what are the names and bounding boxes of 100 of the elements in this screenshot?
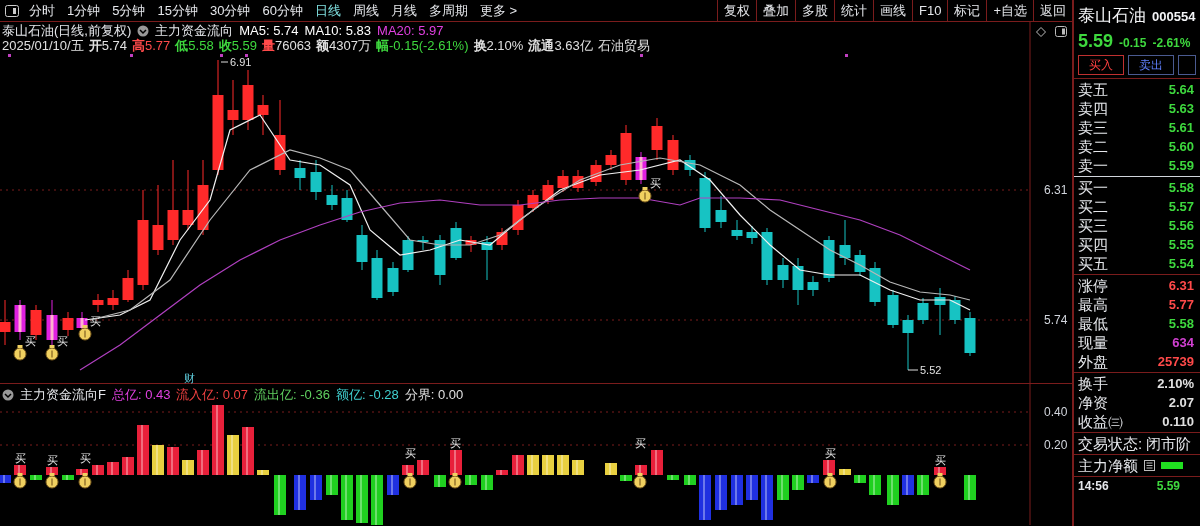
- tick-time: 14:56: [1078, 478, 1109, 495]
- price-change: -0.15: [1119, 35, 1147, 52]
- field-label: 卖四: [1078, 99, 1108, 118]
- flow-bar: [527, 455, 539, 475]
- toolbar-button[interactable]: 统计: [834, 0, 873, 21]
- flow-bar: [746, 475, 758, 500]
- candle: [699, 171, 711, 233]
- flow-bar: [434, 475, 446, 487]
- dropdown-icon[interactable]: [2, 388, 14, 401]
- money-bag-icon: [633, 473, 647, 489]
- ma-value: MA10: 5.83: [304, 23, 372, 38]
- toolbar-button[interactable]: F10: [912, 0, 948, 21]
- field-value: 5.57: [1168, 197, 1194, 216]
- candle: [605, 149, 617, 171]
- candle: [761, 227, 773, 286]
- indicator-name: 主力资金流向: [155, 23, 234, 38]
- diamond-icon[interactable]: [1036, 27, 1046, 37]
- toolbar-button[interactable]: 标记: [947, 0, 987, 21]
- quote-field: 收5.59: [218, 38, 257, 53]
- period-tab[interactable]: 多周期: [422, 0, 474, 21]
- indicator-name: 主力资金流向F: [20, 387, 106, 402]
- toolbar-button[interactable]: 返回: [1033, 0, 1072, 21]
- flow-bar: [512, 455, 524, 475]
- buy-signal-label: 买: [405, 447, 416, 459]
- money-bag-icon: [448, 473, 462, 489]
- dropdown-icon[interactable]: [137, 24, 150, 37]
- quote-field: 流通3.63亿: [528, 38, 593, 53]
- leader-line: [220, 61, 229, 63]
- period-tab[interactable]: 周线: [346, 0, 385, 21]
- field-value: 5.61: [1168, 118, 1194, 137]
- period-tab[interactable]: 60分钟: [256, 0, 309, 21]
- period-tab[interactable]: 分时: [23, 0, 61, 21]
- candle: [326, 184, 338, 211]
- candle: [356, 224, 368, 271]
- period-tab[interactable]: 15分钟: [151, 0, 204, 21]
- flow-bar: [387, 475, 399, 495]
- buy-button[interactable]: 买入: [1078, 55, 1125, 75]
- more-button[interactable]: 更多 >: [473, 0, 524, 21]
- flow-bar: [46, 467, 58, 475]
- axis-label: 0.20: [1044, 438, 1068, 452]
- candle: [481, 235, 493, 281]
- quote-field: 额4307万: [316, 38, 371, 53]
- indicator-value: 总亿: 0.43: [111, 387, 171, 402]
- field-value: 5.60: [1168, 137, 1194, 156]
- period-tab[interactable]: 30分钟: [203, 0, 257, 21]
- candle: [496, 227, 508, 251]
- candle: [731, 219, 743, 241]
- candle: [371, 249, 383, 301]
- field-value: 634: [1172, 333, 1194, 352]
- sell-button[interactable]: 卖出: [1128, 55, 1175, 75]
- field-label: 买一: [1078, 178, 1108, 197]
- stock-code: 000554: [1152, 8, 1196, 26]
- flow-bar: [777, 475, 789, 500]
- buy-signal-label: 买: [15, 452, 26, 464]
- candle: [887, 289, 899, 329]
- period-tab[interactable]: 日线: [308, 0, 347, 21]
- buy-signal-label: 买: [25, 335, 36, 347]
- flow-bar: [731, 475, 743, 505]
- candle: [667, 134, 679, 176]
- panel-toggle-icon[interactable]: [5, 4, 19, 17]
- toolbar-button[interactable]: 多股: [795, 0, 834, 21]
- partial-button[interactable]: [1178, 55, 1196, 75]
- ma-value: MA5: 5.74: [239, 23, 299, 38]
- candle: [14, 299, 26, 341]
- toolbar-button[interactable]: 画线: [873, 0, 912, 21]
- period-tab[interactable]: 1分钟: [61, 0, 107, 21]
- toolbar-button[interactable]: +自选: [986, 0, 1033, 21]
- field-value: 2.07: [1168, 393, 1194, 412]
- flow-bar: [715, 475, 727, 510]
- candle: [715, 195, 727, 229]
- flow-bar: [62, 475, 74, 480]
- field-value: 5.56: [1168, 216, 1194, 235]
- field-label: 买五: [1078, 254, 1108, 273]
- toolbar-button[interactable]: 叠加: [756, 0, 795, 21]
- flow-bar: [182, 460, 194, 475]
- field-label: 涨停: [1078, 276, 1108, 295]
- flow-bar: [212, 405, 224, 475]
- buy-signal-label: 买: [635, 437, 646, 449]
- last-price: 5.59: [1078, 30, 1114, 52]
- flow-bar: [402, 465, 414, 475]
- candle: [746, 225, 758, 245]
- period-tab[interactable]: 月线: [384, 0, 423, 21]
- chart-title: 泰山石油(日线,前复权): [2, 23, 132, 38]
- candle: [542, 179, 554, 205]
- event-marker: 财: [184, 372, 195, 384]
- flow-bar: [917, 475, 929, 495]
- quote-field: 高5.77: [132, 38, 171, 53]
- money-bag-icon: [403, 473, 417, 489]
- panel-icon[interactable]: [1055, 26, 1067, 37]
- flow-bar: [902, 475, 914, 495]
- field-label: 外盘: [1078, 352, 1108, 371]
- toolbar-button[interactable]: 复权: [717, 0, 756, 21]
- flow-bar: [620, 475, 632, 481]
- quote-field: 量76063: [261, 38, 312, 53]
- list-icon[interactable]: [1144, 460, 1155, 471]
- period-tab[interactable]: 5分钟: [106, 0, 152, 21]
- flow-bar: [341, 475, 353, 520]
- field-label: 现量: [1078, 333, 1108, 352]
- flow-bar: [356, 475, 368, 523]
- candle: [839, 219, 851, 266]
